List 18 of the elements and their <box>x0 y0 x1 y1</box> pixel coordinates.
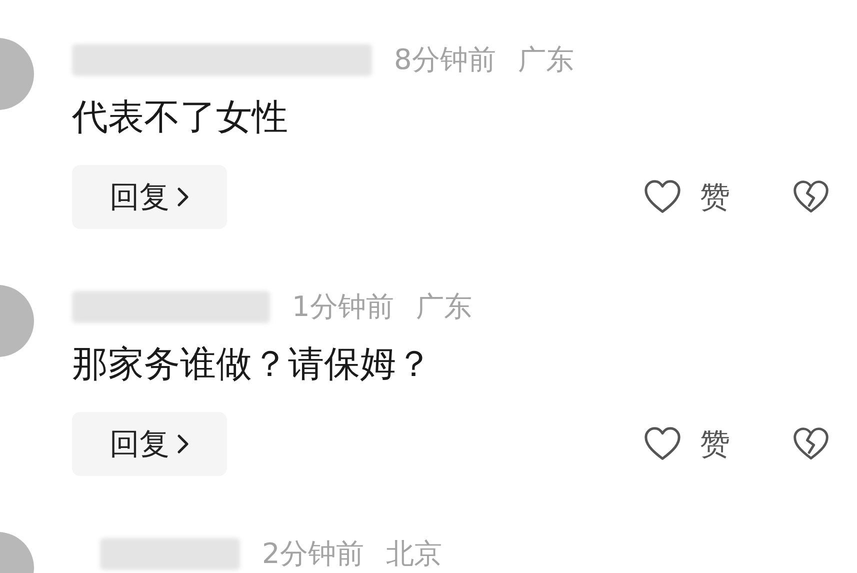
heart-icon <box>643 179 682 215</box>
comment-time: 1分钟前 <box>292 289 394 325</box>
chevron-icon <box>176 186 190 208</box>
comment-location: 广东 <box>416 289 472 325</box>
broken-heart-icon[interactable] <box>792 179 830 215</box>
like-button[interactable]: 赞 <box>643 176 730 218</box>
chevron-icon <box>176 433 190 455</box>
reply-button[interactable]: 回复 <box>72 412 227 476</box>
broken-heart-icon[interactable] <box>792 426 830 462</box>
heart-icon <box>643 426 682 462</box>
reply-button[interactable]: 回复 <box>72 165 227 229</box>
comment-location: 北京 <box>386 536 442 572</box>
comment-time: 2分钟前 <box>262 536 364 572</box>
comment-location: 广东 <box>518 42 574 78</box>
comment-text: 那家务谁做？请保姆？ <box>72 345 433 385</box>
comment-text: 代表不了女性 <box>72 98 289 138</box>
comment-time: 8分钟前 <box>394 42 496 78</box>
like-button[interactable]: 赞 <box>643 424 730 464</box>
